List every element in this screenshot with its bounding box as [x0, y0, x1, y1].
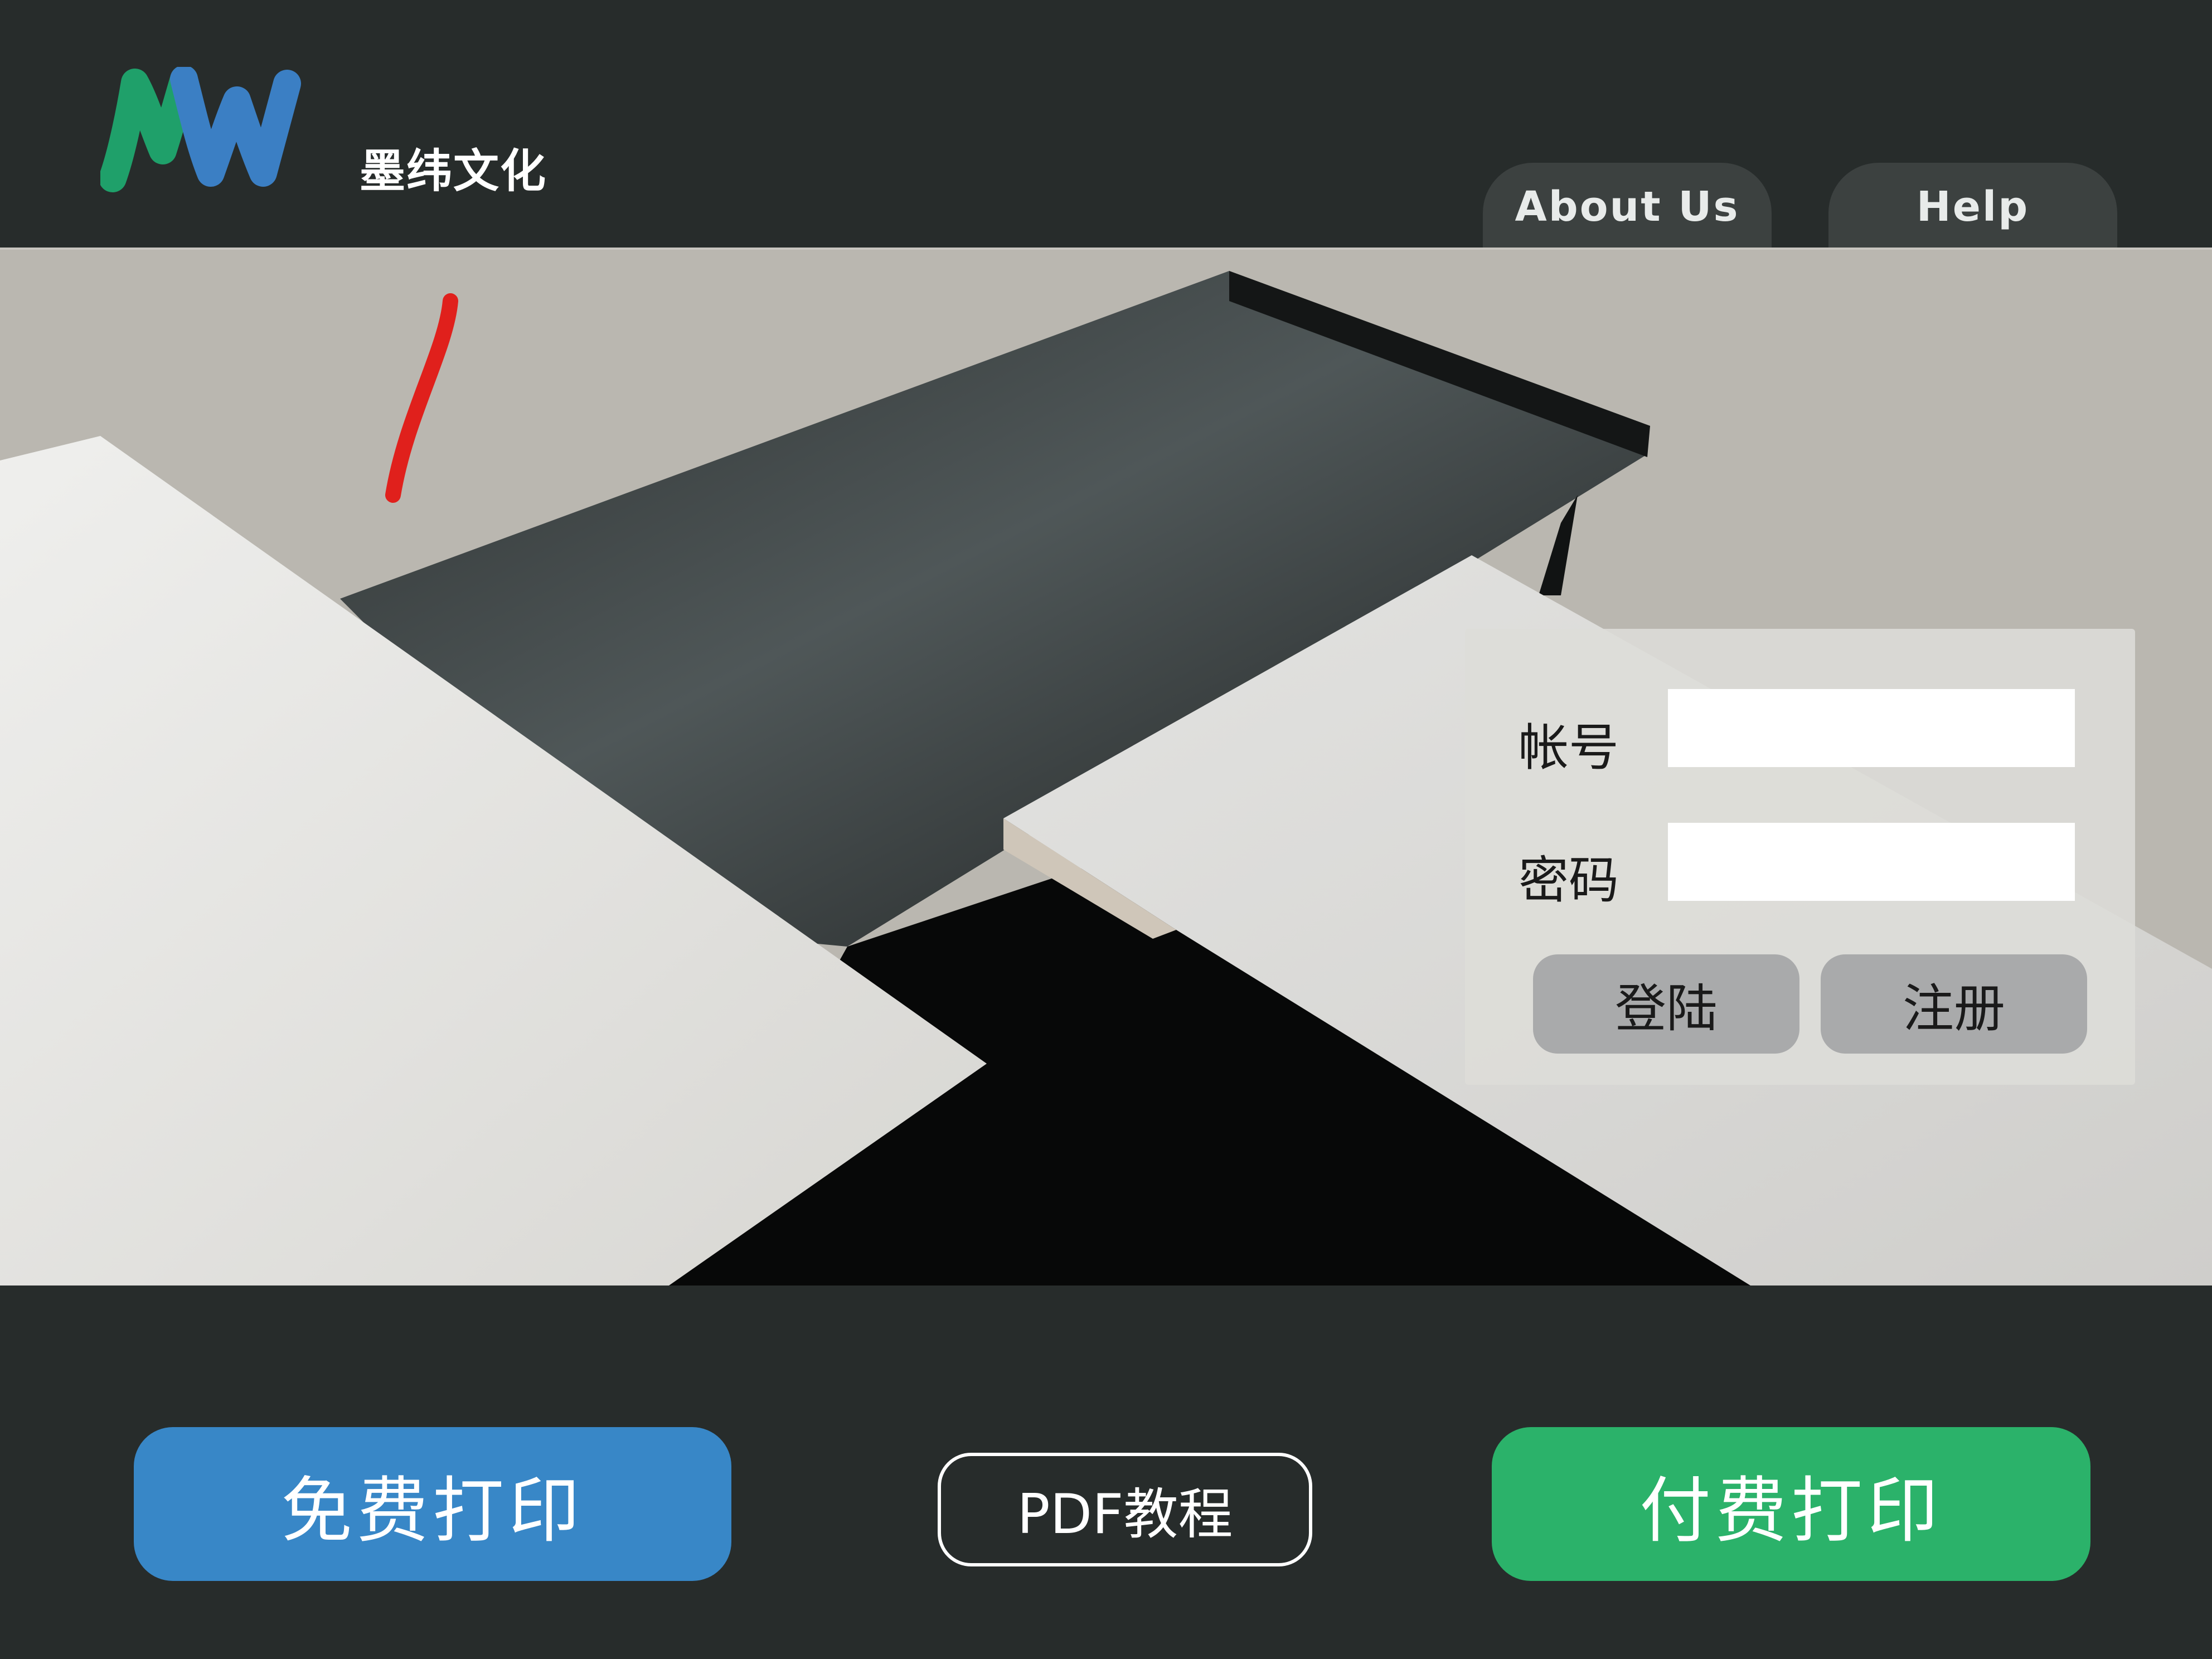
password-input[interactable] — [1668, 823, 2075, 901]
brand-logo[interactable]: 墨纬文化 — [100, 67, 546, 198]
header-bar: 墨纬文化 About Us Help — [0, 0, 2212, 252]
nav-help-button[interactable]: Help — [1828, 163, 2117, 252]
brand-name: 墨纬文化 — [360, 145, 547, 198]
paid-print-button[interactable]: 付费打印 — [1492, 1427, 2090, 1581]
pdf-tutorial-button[interactable]: PDF教程 — [938, 1453, 1312, 1566]
account-label: 帐号 — [1519, 719, 1619, 777]
login-panel: 帐号 密码 登陆 注册 — [1465, 629, 2135, 1085]
free-print-button[interactable]: 免费打印 — [134, 1427, 731, 1581]
account-input[interactable] — [1668, 689, 2075, 767]
password-label: 密码 — [1519, 851, 1619, 910]
nav-about-us-button[interactable]: About Us — [1483, 163, 1772, 252]
login-button[interactable]: 登陆 — [1533, 954, 1799, 1054]
register-button[interactable]: 注册 — [1821, 954, 2087, 1054]
logo-mw-icon — [100, 67, 301, 192]
